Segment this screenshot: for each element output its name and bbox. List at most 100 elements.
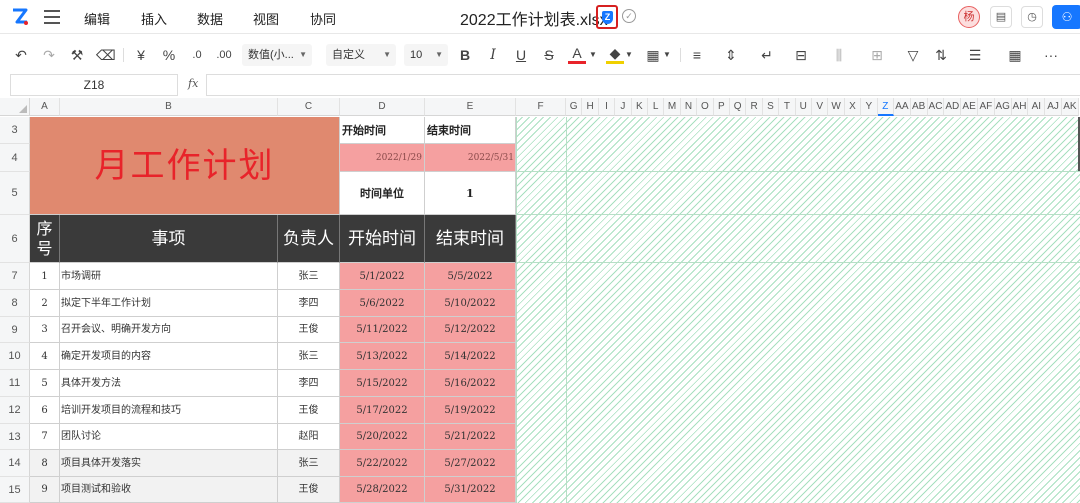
share-users-icon[interactable]: ⚇ — [1052, 5, 1080, 29]
task-seq[interactable]: 4 — [30, 343, 60, 370]
align-vertical-icon[interactable]: ⇕ — [722, 46, 740, 64]
app-logo-icon[interactable] — [10, 7, 30, 27]
column-header-ai[interactable]: AI — [1028, 98, 1046, 116]
row-header-10[interactable]: 10 — [0, 343, 30, 370]
custom-format-select[interactable]: 自定义 ▼ — [326, 44, 396, 66]
italic-button[interactable]: I — [484, 46, 502, 64]
end-time-label[interactable]: 结束时间 — [425, 117, 516, 144]
column-header-a[interactable]: A — [30, 98, 60, 116]
column-header-y[interactable]: Y — [861, 98, 878, 116]
row-header-12[interactable]: 12 — [0, 397, 30, 424]
insert-table-icon[interactable]: ▦ — [1006, 46, 1024, 64]
task-end[interactable]: 5/31/2022 — [425, 477, 516, 503]
task-end[interactable]: 5/14/2022 — [425, 343, 516, 370]
menu-edit[interactable]: 编辑 — [84, 9, 110, 28]
freeze-icon[interactable]: ⫼ — [830, 46, 848, 64]
history-clock-icon[interactable]: ◷ — [1021, 6, 1043, 28]
column-header-n[interactable]: N — [680, 98, 698, 116]
task-seq[interactable]: 1 — [30, 263, 60, 290]
sheet-title-cell[interactable]: 月工作计划 — [30, 117, 340, 215]
task-start[interactable]: 5/13/2022 — [340, 343, 425, 370]
table-style-icon[interactable]: ⊞ — [868, 46, 886, 64]
start-time-value[interactable]: 2022/1/29 — [340, 144, 425, 172]
column-header-v[interactable]: V — [812, 98, 829, 116]
column-header-t[interactable]: T — [779, 98, 796, 116]
task-item[interactable]: 项目测试和验收 — [60, 477, 278, 503]
column-header-c[interactable]: C — [278, 98, 340, 116]
increase-decimal-icon[interactable]: .00 — [214, 46, 234, 64]
header-start[interactable]: 开始时间 — [340, 215, 425, 263]
task-owner[interactable]: 李四 — [278, 370, 340, 397]
border-icon[interactable]: ▦ — [644, 46, 662, 64]
column-header-f[interactable]: F — [516, 98, 566, 116]
chevron-down-icon[interactable]: ▼ — [662, 46, 672, 64]
row-header-9[interactable]: 9 — [0, 317, 30, 343]
task-end[interactable]: 5/27/2022 — [425, 450, 516, 477]
cell-reference-box[interactable]: Z18 — [10, 74, 178, 96]
column-header-o[interactable]: O — [697, 98, 714, 116]
task-start[interactable]: 5/17/2022 — [340, 397, 425, 424]
row-header-15[interactable]: 15 — [0, 477, 30, 503]
row-header-7[interactable]: 7 — [0, 263, 30, 290]
row-header-4[interactable]: 4 — [0, 144, 30, 172]
task-start[interactable]: 5/15/2022 — [340, 370, 425, 397]
task-seq[interactable]: 9 — [30, 477, 60, 503]
task-owner[interactable]: 张三 — [278, 450, 340, 477]
column-header-h[interactable]: H — [582, 98, 599, 116]
task-end[interactable]: 5/5/2022 — [425, 263, 516, 290]
redo-icon[interactable]: ↷ — [40, 46, 58, 64]
end-time-value[interactable]: 2022/5/31 — [425, 144, 516, 172]
row-header-13[interactable]: 13 — [0, 424, 30, 450]
task-start[interactable]: 5/6/2022 — [340, 290, 425, 317]
task-seq[interactable]: 7 — [30, 424, 60, 450]
row-header-8[interactable]: 8 — [0, 290, 30, 317]
column-header-aa[interactable]: AA — [894, 98, 911, 116]
more-icon[interactable]: ··· — [1042, 46, 1060, 64]
task-item[interactable]: 确定开发项目的内容 — [60, 343, 278, 370]
header-owner[interactable]: 负责人 — [278, 215, 340, 263]
task-item[interactable]: 具体开发方法 — [60, 370, 278, 397]
task-seq[interactable]: 5 — [30, 370, 60, 397]
column-header-k[interactable]: K — [631, 98, 648, 116]
column-header-m[interactable]: M — [664, 98, 681, 116]
chevron-down-icon[interactable]: ▼ — [588, 46, 598, 64]
task-end[interactable]: 5/10/2022 — [425, 290, 516, 317]
task-owner[interactable]: 赵阳 — [278, 424, 340, 450]
decrease-decimal-icon[interactable]: .0 — [188, 46, 206, 64]
time-unit-value[interactable]: 1 — [425, 172, 516, 215]
undo-icon[interactable]: ↶ — [12, 46, 30, 64]
column-header-r[interactable]: R — [746, 98, 763, 116]
task-seq[interactable]: 2 — [30, 290, 60, 317]
filter-icon[interactable]: ▽ — [904, 46, 922, 64]
task-item[interactable]: 召开会议、明确开发方向 — [60, 317, 278, 343]
task-item[interactable]: 市场调研 — [60, 263, 278, 290]
task-owner[interactable]: 李四 — [278, 290, 340, 317]
task-seq[interactable]: 3 — [30, 317, 60, 343]
font-color-button[interactable]: A — [568, 46, 586, 64]
column-header-s[interactable]: S — [762, 98, 780, 116]
column-header-z[interactable]: Z — [877, 98, 894, 116]
format-painter-icon[interactable]: ⚒ — [68, 46, 86, 64]
column-header-d[interactable]: D — [340, 98, 425, 116]
row-header-6[interactable]: 6 — [0, 215, 30, 263]
security-shield-icon[interactable]: Z — [596, 5, 618, 29]
column-header-ah[interactable]: AH — [1011, 98, 1029, 116]
column-header-aj[interactable]: AJ — [1045, 98, 1062, 116]
row-header-14[interactable]: 14 — [0, 450, 30, 477]
menu-data[interactable]: 数据 — [197, 9, 223, 28]
task-owner[interactable]: 王俊 — [278, 397, 340, 424]
fill-color-icon[interactable]: ◆ — [606, 46, 624, 64]
sort-icon[interactable]: ⇅ — [932, 46, 950, 64]
column-header-p[interactable]: P — [713, 98, 730, 116]
strikethrough-button[interactable]: S — [540, 46, 558, 64]
header-seq[interactable]: 序号 — [30, 215, 60, 263]
align-horizontal-icon[interactable]: ≡ — [688, 46, 706, 64]
task-end[interactable]: 5/21/2022 — [425, 424, 516, 450]
task-owner[interactable]: 王俊 — [278, 317, 340, 343]
task-owner[interactable]: 张三 — [278, 343, 340, 370]
task-start[interactable]: 5/1/2022 — [340, 263, 425, 290]
column-header-u[interactable]: U — [795, 98, 812, 116]
task-item[interactable]: 拟定下半年工作计划 — [60, 290, 278, 317]
column-header-w[interactable]: W — [828, 98, 845, 116]
clear-format-icon[interactable]: ⌫ — [96, 46, 116, 64]
